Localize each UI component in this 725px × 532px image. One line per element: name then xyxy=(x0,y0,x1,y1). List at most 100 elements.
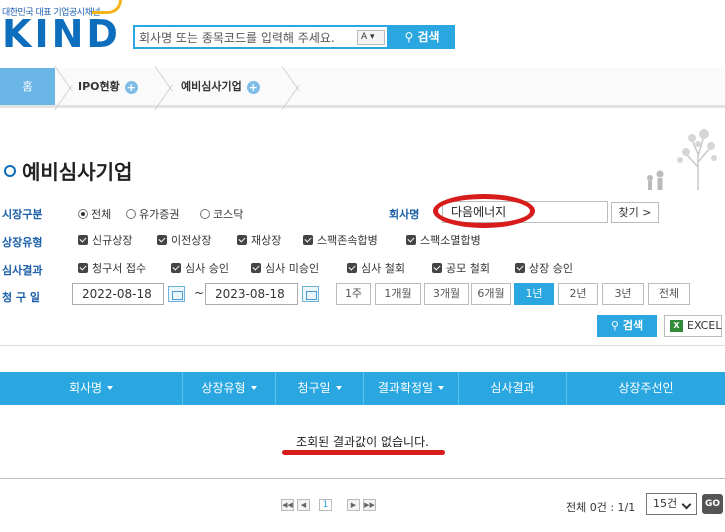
checkbox-label: 청구서 접수 xyxy=(92,262,147,275)
request-date-label: 청 구 일 xyxy=(2,291,41,304)
plus-icon[interactable]: + xyxy=(246,80,260,94)
market-radio-kosdaq[interactable]: 코스닥 xyxy=(200,206,243,222)
circle-bullet-icon xyxy=(4,165,16,177)
checkbox-label: 심사 승인 xyxy=(185,262,229,275)
radio-icon[interactable] xyxy=(200,209,210,219)
sort-down-icon[interactable] xyxy=(250,386,257,390)
breadcrumb-separator xyxy=(155,68,175,105)
end-date-input[interactable]: 2023-08-18 xyxy=(205,283,298,305)
checkbox-checked-icon[interactable] xyxy=(303,235,313,245)
checkbox-checked-icon[interactable] xyxy=(78,263,88,273)
highlight-underline xyxy=(282,450,445,455)
listing-type-relisting[interactable]: 재상장 xyxy=(237,232,281,248)
checkbox-checked-icon[interactable] xyxy=(432,263,442,273)
column-header-label: 청구일 xyxy=(297,381,331,395)
search-button[interactable]: ⚲ 검색 xyxy=(389,25,455,49)
period-button-3m[interactable]: 3개월 xyxy=(424,283,469,305)
review-result-offering-withdrawn[interactable]: 공모 철회 xyxy=(432,260,490,276)
listing-type-spac-survive[interactable]: 스팩존속합병 xyxy=(303,232,378,248)
calendar-icon[interactable] xyxy=(302,286,319,302)
sort-down-icon[interactable] xyxy=(438,386,445,390)
market-label: 시장구분 xyxy=(2,208,43,221)
checkbox-label: 심사 미승인 xyxy=(265,262,320,275)
checkbox-checked-icon[interactable] xyxy=(78,235,88,245)
checkbox-checked-icon[interactable] xyxy=(237,235,247,245)
checkbox-checked-icon[interactable] xyxy=(515,263,525,273)
empty-result-message: 조회된 결과값이 없습니다. xyxy=(296,435,429,449)
go-button[interactable]: GO xyxy=(702,494,723,514)
breadcrumb-item-ipo[interactable]: IPO현황 + xyxy=(78,68,138,105)
last-page-button[interactable]: ▶▶ xyxy=(363,499,376,511)
review-result-approved[interactable]: 심사 승인 xyxy=(171,260,229,276)
sort-down-icon[interactable] xyxy=(335,386,342,390)
search-icon: ⚲ xyxy=(404,30,414,44)
market-radio-all[interactable]: 전체 xyxy=(78,206,111,222)
review-result-listing-approved[interactable]: 상장 승인 xyxy=(515,260,573,276)
checkbox-checked-icon[interactable] xyxy=(171,263,181,273)
checkbox-checked-icon[interactable] xyxy=(157,235,167,245)
calendar-icon[interactable] xyxy=(168,286,185,302)
radio-checked-icon[interactable] xyxy=(78,209,88,219)
page-number[interactable]: 1 xyxy=(319,499,332,511)
breadcrumb-item-preliminary[interactable]: 예비심사기업 + xyxy=(181,68,260,105)
period-button-all[interactable]: 전체 xyxy=(648,283,690,305)
period-button-3y[interactable]: 3년 xyxy=(602,283,644,305)
column-header-label: 결과확정일 xyxy=(377,381,434,395)
search-input[interactable] xyxy=(139,29,351,46)
find-company-button[interactable]: 찾기 > xyxy=(611,202,659,223)
page-title: 예비심사기업 xyxy=(4,156,132,185)
search-box: A ▾ xyxy=(133,25,389,49)
period-button-1m[interactable]: 1개월 xyxy=(375,283,421,305)
listing-type-transfer[interactable]: 이전상장 xyxy=(157,232,211,248)
column-header-company[interactable]: 회사명 xyxy=(0,372,182,405)
radio-icon[interactable] xyxy=(126,209,136,219)
period-button-6m[interactable]: 6개월 xyxy=(471,283,511,305)
excel-download-button[interactable]: X EXCEL xyxy=(664,315,722,337)
radio-label: 유가증권 xyxy=(139,208,180,221)
listing-type-new[interactable]: 신규상장 xyxy=(78,232,132,248)
first-page-button[interactable]: ◀◀ xyxy=(281,499,294,511)
highlight-oval xyxy=(433,194,535,228)
column-header-result-date[interactable]: 결과확정일 xyxy=(363,372,458,405)
review-result-rejected[interactable]: 심사 미승인 xyxy=(251,260,319,276)
column-header-request-date[interactable]: 청구일 xyxy=(275,372,363,405)
start-date-input[interactable]: 2022-08-18 xyxy=(72,283,164,305)
checkbox-label: 재상장 xyxy=(251,234,282,247)
table-bottom-border xyxy=(0,478,725,479)
period-button-2y[interactable]: 2년 xyxy=(558,283,598,305)
search-icon: ⚲ xyxy=(610,319,619,332)
site-header: 대한민국 대표 기업공시채널 KIND A ▾ ⚲ 검색 xyxy=(0,0,725,58)
plus-icon[interactable]: + xyxy=(124,80,138,94)
date-range-separator: ~ xyxy=(194,286,205,300)
radio-label: 전체 xyxy=(91,208,112,221)
breadcrumb-separator xyxy=(282,68,302,105)
column-header-listing-type[interactable]: 상장유형 xyxy=(182,372,275,405)
checkbox-checked-icon[interactable] xyxy=(406,235,416,245)
next-page-button[interactable]: ▶ xyxy=(347,499,360,511)
checkbox-label: 스팩소멸합병 xyxy=(420,234,481,247)
search-font-toggle[interactable]: A ▾ xyxy=(357,30,385,45)
page-size-select[interactable]: 15건 xyxy=(646,493,697,515)
review-result-filed[interactable]: 청구서 접수 xyxy=(78,260,146,276)
sort-down-icon[interactable] xyxy=(107,386,114,390)
radio-label: 코스닥 xyxy=(213,208,244,221)
market-radio-kospi[interactable]: 유가증권 xyxy=(126,206,179,222)
column-header-label: 상장유형 xyxy=(201,381,246,395)
filter-search-button[interactable]: ⚲ 검색 xyxy=(597,315,657,337)
checkbox-checked-icon[interactable] xyxy=(347,263,357,273)
checkbox-label: 공모 철회 xyxy=(446,262,490,275)
excel-label: EXCEL xyxy=(687,319,722,332)
period-button-1y[interactable]: 1년 xyxy=(514,283,554,305)
review-result-withdrawn[interactable]: 심사 철회 xyxy=(347,260,405,276)
period-button-1w[interactable]: 1주 xyxy=(336,283,371,305)
listing-type-label: 상장유형 xyxy=(2,236,43,249)
breadcrumb-item-label: IPO현황 xyxy=(78,80,120,93)
checkbox-checked-icon[interactable] xyxy=(251,263,261,273)
divider xyxy=(0,345,725,346)
prev-page-button[interactable]: ◀ xyxy=(297,499,310,511)
breadcrumb-item-label: 예비심사기업 xyxy=(181,80,242,93)
listing-type-spac-dissolve[interactable]: 스팩소멸합병 xyxy=(406,232,481,248)
kind-logo[interactable]: KIND xyxy=(2,14,121,54)
column-header-label: 회사명 xyxy=(68,381,103,395)
breadcrumb-home[interactable]: 홈 xyxy=(0,68,55,105)
